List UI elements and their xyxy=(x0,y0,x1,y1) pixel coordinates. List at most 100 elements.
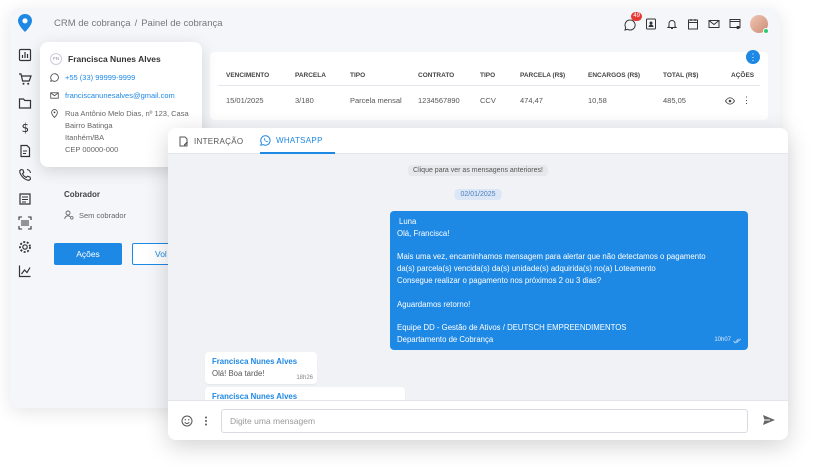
contact-header: FN Francisca Nunes Alves xyxy=(50,53,161,65)
contact-phone[interactable]: +55 (33) 99999-9999 xyxy=(65,73,135,82)
contact-email[interactable]: franciscanunesalves@gmail.com xyxy=(65,91,175,100)
document-edit-icon xyxy=(179,136,188,146)
contact-phone-row: +55 (33) 99999-9999 xyxy=(50,73,135,82)
column-header[interactable]: PARCELA (R$) xyxy=(520,72,565,79)
folder-icon[interactable] xyxy=(18,96,32,110)
avatar[interactable] xyxy=(750,15,769,34)
column-header[interactable]: CONTRATO xyxy=(418,72,454,79)
outgoing-message: Luna Olá, Francisca! Mais uma vez, encam… xyxy=(390,211,748,350)
emoji-icon[interactable] xyxy=(181,415,193,427)
gear-icon[interactable] xyxy=(18,240,32,254)
chart-icon[interactable] xyxy=(18,264,32,278)
message-input[interactable]: Digite uma mensagem xyxy=(221,409,748,433)
stage: $ CRM de cobrança / Painel de cobrança 49 xyxy=(0,0,828,468)
breadcrumb-separator: / xyxy=(134,18,138,29)
breadcrumb-item[interactable]: CRM de cobrança xyxy=(54,18,131,29)
column-header: AÇÕES xyxy=(731,72,755,79)
message-list[interactable]: Clique para ver as mensagens anteriores!… xyxy=(168,155,788,400)
list-icon[interactable] xyxy=(18,192,32,206)
eye-icon[interactable] xyxy=(725,97,735,105)
chat-panel: INTERAÇÃO WHATSAPP Clique para ver as me… xyxy=(168,128,788,440)
bell-icon[interactable] xyxy=(666,18,678,30)
column-header[interactable]: ENCARGOS (R$) xyxy=(588,72,640,79)
column-header[interactable]: TIPO xyxy=(480,72,495,79)
whatsapp-icon xyxy=(260,134,271,146)
dollar-icon[interactable]: $ xyxy=(18,120,32,134)
contacts-icon[interactable] xyxy=(645,18,657,30)
calendar-icon[interactable] xyxy=(687,18,699,30)
collector-label: Cobrador xyxy=(64,190,100,199)
tab-interaction[interactable]: INTERAÇÃO xyxy=(178,128,243,154)
incoming-message: Francisca Nunes Alves xyxy=(205,387,405,400)
installments-table: ⋮ VENCIMENTO PARCELA TIPO CONTRATO TIPO … xyxy=(210,50,768,120)
collector-row: Sem cobrador xyxy=(64,210,126,220)
row-more-button[interactable]: ⋮ xyxy=(742,95,751,106)
table-cell: 485,05 xyxy=(663,96,686,105)
tab-label: WHATSAPP xyxy=(276,135,323,145)
actions-button[interactable]: Ações xyxy=(54,243,122,265)
column-header[interactable]: TIPO xyxy=(350,72,365,79)
user-settings-icon xyxy=(64,210,74,220)
message-composer: Digite uma mensagem xyxy=(168,400,788,440)
message-line: da(s) parcela(s) vencida(s) da(s) unidad… xyxy=(397,264,656,274)
column-header[interactable]: TOTAL (R$) xyxy=(663,72,698,79)
dashboard-icon[interactable] xyxy=(18,48,32,62)
breadcrumb-current: Painel de cobrança xyxy=(141,18,223,29)
column-header[interactable]: VENCIMENTO xyxy=(226,72,269,79)
cart-icon[interactable] xyxy=(18,72,32,86)
phone-icon[interactable] xyxy=(18,168,32,182)
message-time: 10h07 xyxy=(714,335,742,347)
location-pin-icon[interactable] xyxy=(18,14,32,32)
chat-tabs: INTERAÇÃO WHATSAPP xyxy=(168,128,788,154)
collector-value: Sem cobrador xyxy=(79,210,127,220)
message-timestamp: 10h07 xyxy=(714,337,731,344)
contact-name: Francisca Nunes Alves xyxy=(68,54,161,64)
incoming-message: Francisca Nunes Alves Olá! Boa tarde! 18… xyxy=(205,352,317,384)
topbar-icons: 49 xyxy=(624,12,769,34)
message-timestamp: 18h26 xyxy=(296,375,313,381)
message-line: Departamento de Cobrança xyxy=(397,334,494,344)
table-cell: 15/01/2025 xyxy=(226,96,264,105)
notification-badge: 49 xyxy=(631,12,642,21)
whatsapp-notifications-button[interactable]: 49 xyxy=(624,12,642,31)
send-icon[interactable] xyxy=(762,413,776,427)
message-line: Consegue realizar o pagamento nos próxim… xyxy=(397,275,602,285)
address-line: Rua Antônio Melo Dias, nº 123, Casa xyxy=(65,109,189,118)
location-pin-icon xyxy=(51,109,58,118)
more-vertical-icon[interactable] xyxy=(200,415,212,427)
table-cell: CCV xyxy=(480,96,496,105)
message-line: Equipe DD - Gestão de Ativos / DEUTSCH E… xyxy=(397,323,627,333)
online-status-dot xyxy=(763,28,769,34)
message-line: Mais uma vez, encaminhamos mensagem para… xyxy=(397,252,706,262)
message-sender: Francisca Nunes Alves xyxy=(212,357,298,366)
message-body: Olá! Boa tarde! xyxy=(212,369,265,378)
mail-icon[interactable] xyxy=(708,18,720,30)
tab-whatsapp[interactable]: WHATSAPP xyxy=(260,128,335,154)
table-menu-button[interactable]: ⋮ xyxy=(746,50,760,64)
table-cell: 474,47 xyxy=(520,96,543,105)
load-previous-button[interactable]: Clique para ver as mensagens anteriores! xyxy=(408,165,548,176)
contact-email-row: franciscanunesalves@gmail.com xyxy=(50,91,175,100)
message-line: Olá, Francisca! xyxy=(397,228,450,238)
barcode-icon[interactable] xyxy=(18,216,32,230)
document-edit-icon[interactable] xyxy=(18,144,32,158)
mail-icon xyxy=(50,92,59,99)
message-line: Aguardamos retorno! xyxy=(397,299,471,309)
window-icon[interactable] xyxy=(729,18,741,30)
message-sender: Francisca Nunes Alves xyxy=(212,392,298,400)
breadcrumb: CRM de cobrança / Painel de cobrança xyxy=(54,18,223,29)
table-cell: 10,58 xyxy=(588,96,607,105)
left-rail: $ xyxy=(10,8,40,408)
whatsapp-icon xyxy=(50,73,59,82)
topbar: CRM de cobrança / Painel de cobrança 49 xyxy=(40,8,780,40)
double-check-icon xyxy=(733,338,742,344)
table-cell: 1234567890 xyxy=(418,96,460,105)
tab-label: INTERAÇÃO xyxy=(194,136,244,146)
svg-text:$: $ xyxy=(22,121,30,134)
table-cell: Parcela mensal xyxy=(350,96,402,105)
date-separator: 02/01/2025 xyxy=(454,189,502,200)
column-header[interactable]: PARCELA xyxy=(295,72,326,79)
